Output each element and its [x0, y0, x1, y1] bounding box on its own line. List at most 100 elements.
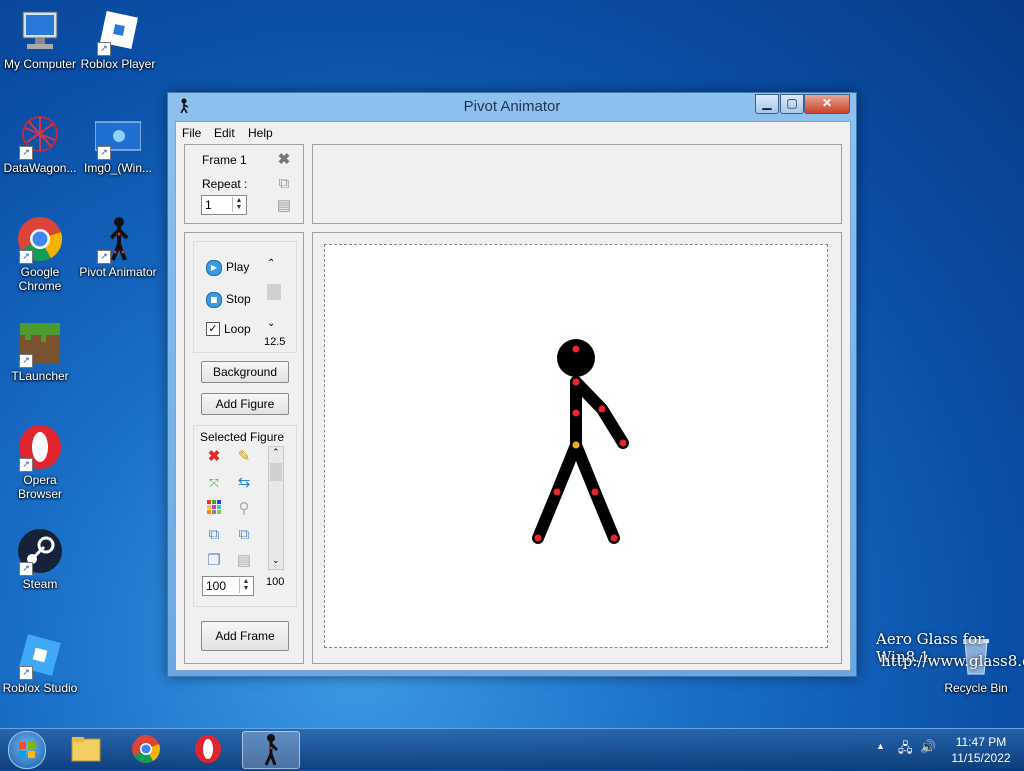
minimize-button[interactable]: ▁ [755, 94, 779, 114]
volume-icon[interactable]: 🔊 [920, 739, 936, 755]
clock-date: 11/15/2022 [951, 751, 1011, 765]
menu-file[interactable]: File [182, 126, 201, 140]
desktop-icon-google-chrome[interactable]: ↗ Google Chrome [0, 216, 80, 293]
clock-time: 11:47 PM [955, 735, 1007, 749]
selected-figure-group: Selected Figure ✖ ✎ ⤧ ⇆ ⚲ ⧉ ⧉ ❐ ▤ ⌃ ⌄ 10… [193, 425, 297, 607]
size-slider-thumb[interactable] [270, 463, 282, 481]
background-button[interactable]: Background [201, 361, 289, 383]
title-bar[interactable]: Pivot Animator ▁ ▢ ✕ [168, 93, 856, 121]
shortcut-arrow-icon: ↗ [19, 458, 33, 472]
close-button[interactable]: ✕ [804, 94, 850, 114]
window-client: File Edit Help Frame 1 Repeat : 1 ▲ ▼ ✖ ⧉… [175, 121, 851, 671]
copy-frame-icon[interactable]: ⧉ [275, 175, 293, 193]
shortcut-arrow-icon: ↗ [19, 666, 33, 680]
bring-forward-icon[interactable]: ⧉ [205, 526, 223, 544]
figure-opacity-stepper[interactable]: 100 ▲ ▼ [202, 576, 254, 596]
repeat-value: 1 [205, 198, 212, 212]
joint-chest [572, 409, 580, 417]
chevron-up-icon[interactable]: ⌃ [272, 447, 280, 458]
speed-slider-thumb[interactable] [267, 284, 281, 300]
shortcut-arrow-icon: ↗ [19, 354, 33, 368]
send-backward-icon[interactable]: ⧉ [235, 526, 253, 544]
menu-help[interactable]: Help [248, 126, 273, 140]
stop-label: Stop [226, 292, 251, 306]
desktop-icon-label: Steam [22, 577, 58, 591]
stepper-arrows-icon[interactable]: ▲ ▼ [239, 578, 252, 593]
shortcut-arrow-icon: ↗ [97, 42, 111, 56]
desktop-icon-roblox-player[interactable]: ↗ Roblox Player [78, 8, 158, 71]
speed-down-icon[interactable]: ⌄ [267, 318, 275, 329]
copy-figure-icon[interactable]: ❐ [205, 552, 223, 570]
desktop-icon-roblox-studio[interactable]: ↗ Roblox Studio [0, 632, 80, 695]
joint-neck [572, 378, 580, 386]
desktop-icon-label: Roblox Studio [2, 681, 78, 695]
desktop-icon-pivot-animator[interactable]: ↗ Pivot Animator [78, 216, 158, 279]
playback-group: ▶ Play Stop ✓ Loop ⌃ ⌄ 12.5 [193, 241, 297, 353]
joint-hand [619, 439, 627, 447]
shortcut-arrow-icon: ↗ [97, 250, 111, 264]
checkbox-checked-icon: ✓ [206, 322, 220, 336]
center-figure-icon[interactable]: ⤧ [205, 474, 223, 492]
window-title: Pivot Animator [463, 98, 561, 115]
stop-icon [206, 292, 222, 308]
taskbar-chrome[interactable] [118, 731, 174, 767]
folder-icon [71, 737, 101, 762]
desktop-icon-label: DataWagon... [3, 161, 77, 175]
joint-elbow [598, 405, 606, 413]
clock[interactable]: 11:47 PM 11/15/2022 [948, 734, 1014, 766]
joint-left-foot [534, 534, 542, 542]
add-frame-button[interactable]: Add Frame [201, 621, 289, 651]
roblox-studio-icon: ↗ [17, 632, 63, 680]
opera-icon: ↗ [17, 424, 63, 472]
network-icon[interactable]: 🖧 [898, 739, 913, 761]
repeat-label: Repeat : [202, 177, 248, 191]
joint-right-knee [591, 488, 599, 496]
repeat-stepper[interactable]: 1 ▲ ▼ [201, 195, 247, 215]
figure-size-slider[interactable]: ⌃ ⌄ [268, 446, 284, 570]
chevron-down-icon[interactable]: ⌄ [272, 555, 280, 566]
paste-frame-icon[interactable]: ▤ [275, 197, 293, 215]
desktop-icon-label: Pivot Animator [79, 265, 157, 279]
desktop-icon-tlauncher[interactable]: ↗ TLauncher [0, 320, 80, 383]
animation-canvas[interactable] [324, 244, 828, 648]
taskbar-opera[interactable] [180, 731, 236, 767]
joint-tool-icon[interactable]: ⚲ [235, 500, 253, 518]
taskbar-file-explorer[interactable] [58, 731, 114, 767]
joint-hip-origin [572, 441, 580, 449]
desktop-icon-opera[interactable]: ↗ Opera Browser [0, 424, 80, 501]
desktop-icon-label: Opera Browser [17, 473, 62, 501]
taskbar-pivot-animator[interactable] [242, 731, 300, 769]
show-hidden-icons-chevron-icon[interactable]: ▲ [876, 741, 885, 751]
delete-figure-icon[interactable]: ✖ [205, 448, 223, 466]
add-figure-button[interactable]: Add Figure [201, 393, 289, 415]
play-icon: ▶ [206, 260, 222, 276]
desktop-icon-label: Google Chrome [18, 265, 62, 293]
maximize-button[interactable]: ▢ [780, 94, 804, 114]
desktop-icon-img0[interactable]: ↗ Img0_(Win... [78, 112, 158, 175]
speed-up-icon[interactable]: ⌃ [267, 258, 275, 269]
start-button[interactable] [8, 731, 46, 769]
roblox-player-icon: ↗ [95, 8, 141, 56]
desktop-icon-datawagon[interactable]: ↗ DataWagon... [0, 112, 80, 175]
play-label: Play [226, 260, 250, 274]
joint-right-foot [610, 534, 618, 542]
timeline-panel[interactable] [312, 144, 842, 224]
desktop-icon-label: Img0_(Win... [83, 161, 152, 175]
frame-label: Frame 1 [202, 153, 247, 167]
menu-edit[interactable]: Edit [214, 126, 235, 140]
frame-panel: Frame 1 Repeat : 1 ▲ ▼ ✖ ⧉ ▤ [184, 144, 304, 224]
figure-size-value: 100 [266, 576, 285, 588]
edit-figure-pencil-icon[interactable]: ✎ [235, 448, 253, 466]
desktop-icon-my-computer[interactable]: My Computer [0, 8, 80, 71]
delete-frame-icon[interactable]: ✖ [275, 151, 293, 169]
stickman-figure[interactable] [325, 245, 827, 647]
flip-figure-icon[interactable]: ⇆ [235, 474, 253, 492]
datawagon-icon: ↗ [17, 112, 63, 160]
chrome-icon: ↗ [17, 216, 63, 264]
stepper-arrows-icon[interactable]: ▲ ▼ [232, 197, 245, 212]
paste-figure-icon[interactable]: ▤ [235, 552, 253, 570]
joint-left-knee [553, 488, 561, 496]
taskbar: ▲ 🖧 🔊 11:47 PM 11/15/2022 [0, 728, 1024, 769]
color-palette-icon[interactable] [205, 500, 223, 518]
desktop-icon-steam[interactable]: ↗ Steam [0, 528, 80, 591]
